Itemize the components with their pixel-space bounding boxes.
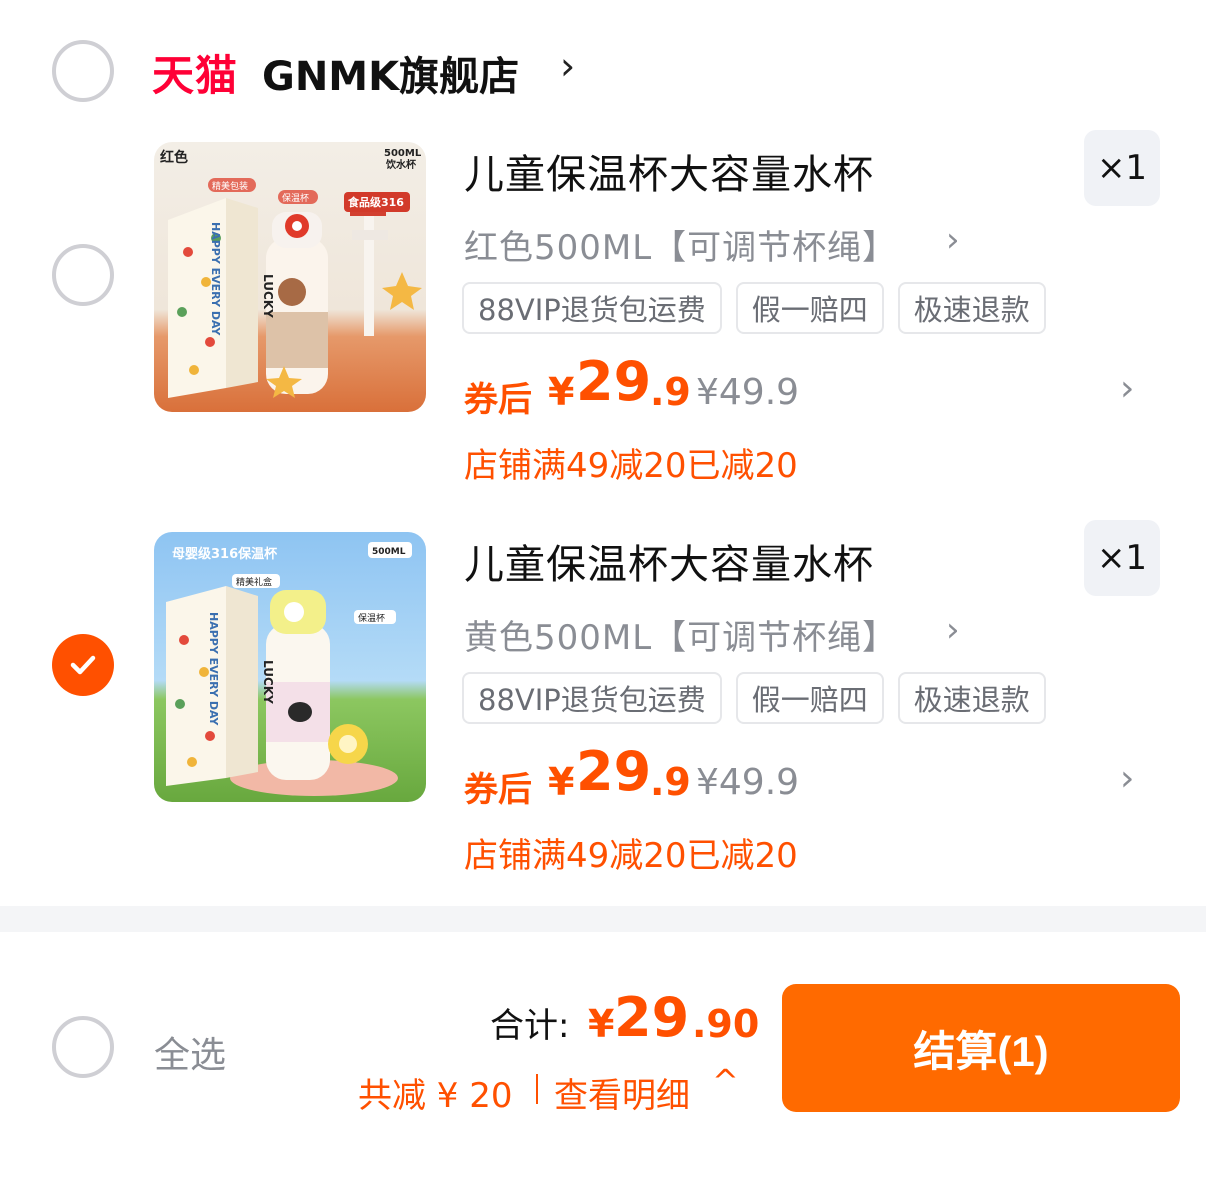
cart-item: 红色 500ML 饮水杯 精美包装 保温杯 食品级316 LUCKY HAPPY… xyxy=(0,130,1206,522)
price-integer: 29 xyxy=(576,350,652,413)
original-price: ¥49.9 xyxy=(696,372,800,413)
thumb-size-sub: 饮水杯 xyxy=(385,158,417,171)
checkout-bar: 全选 合计: ¥ 29 .90 共减 ¥ 20 查看明细 ^ 结算(1) xyxy=(0,932,1206,1191)
thumb-cup-badge: 保温杯 xyxy=(282,192,309,204)
quantity-badge[interactable]: ×1 xyxy=(1084,520,1160,596)
quantity-badge[interactable]: ×1 xyxy=(1084,130,1160,206)
total-symbol: ¥ xyxy=(588,1002,615,1046)
chevron-right-icon[interactable]: › xyxy=(1120,368,1134,409)
total-label: 合计: xyxy=(490,1006,570,1046)
total-integer: 29 xyxy=(614,986,690,1049)
thumb-cup-badge: 保温杯 xyxy=(358,612,385,624)
price-symbol: ¥ xyxy=(548,760,575,804)
chevron-up-icon[interactable]: ^ xyxy=(712,1062,739,1100)
service-tag: 88VIP退货包运费 xyxy=(462,672,722,724)
cart-item: 母婴级316保温杯 500ML 精美礼盒 保温杯 LUCKY HAPPY EVE… xyxy=(0,520,1206,912)
thumb-box-badge: 精美包装 xyxy=(212,180,248,192)
price-prefix: 券后 xyxy=(464,770,532,810)
item-title[interactable]: 儿童保温杯大容量水杯 xyxy=(464,142,874,200)
item-spec-selector[interactable]: 红色500ML【可调节杯绳】 xyxy=(464,220,897,269)
product-thumbnail[interactable]: 红色 500ML 饮水杯 精美包装 保温杯 食品级316 LUCKY HAPPY… xyxy=(154,142,426,412)
thumb-color-label: 红色 xyxy=(160,149,188,166)
thumb-grade-badge: 食品级316 xyxy=(348,195,404,209)
service-tag: 假一赔四 xyxy=(735,282,884,334)
chevron-right-icon: › xyxy=(946,220,960,260)
service-tag: 极速退款 xyxy=(897,672,1046,724)
item-spec-selector[interactable]: 黄色500ML【可调节杯绳】 xyxy=(464,610,897,659)
select-all-checkbox[interactable] xyxy=(52,1016,114,1078)
checkout-button[interactable]: 结算(1) xyxy=(782,984,1180,1112)
product-thumbnail[interactable]: 母婴级316保温杯 500ML 精美礼盒 保温杯 LUCKY HAPPY EVE… xyxy=(154,532,426,802)
tmall-logo: 天猫 xyxy=(152,51,239,100)
select-all-label[interactable]: 全选 xyxy=(154,1026,226,1078)
price-symbol: ¥ xyxy=(548,370,575,414)
price-decimal: .9 xyxy=(650,370,691,414)
total-decimal: .90 xyxy=(692,1002,760,1046)
chevron-right-icon[interactable]: › xyxy=(1120,758,1134,799)
chevron-right-icon: › xyxy=(946,610,960,650)
thumb-size-label: 500ML xyxy=(372,547,406,557)
price-prefix: 券后 xyxy=(464,380,532,420)
thumb-header: 母婴级316保温杯 xyxy=(172,546,278,562)
thumb-box-text: HAPPY EVERY DAY xyxy=(207,612,220,726)
shop-name[interactable]: GNMK旗舰店 xyxy=(262,44,519,102)
separator xyxy=(536,1074,538,1104)
original-price: ¥49.9 xyxy=(696,762,800,803)
price-integer: 29 xyxy=(576,740,652,803)
service-tag: 极速退款 xyxy=(897,282,1046,334)
price-row[interactable]: 券后 ¥ 29 .9 ¥49.9 › xyxy=(464,740,1164,810)
item-title[interactable]: 儿童保温杯大容量水杯 xyxy=(464,532,874,590)
section-divider xyxy=(0,906,1206,932)
thumb-box-badge: 精美礼盒 xyxy=(236,576,272,588)
price-decimal: .9 xyxy=(650,760,691,804)
thumb-cup-text: LUCKY xyxy=(261,660,275,704)
promo-text: 店铺满49减20已减20 xyxy=(464,446,798,486)
view-details-link[interactable]: 查看明细 xyxy=(554,1068,690,1117)
service-tag: 88VIP退货包运费 xyxy=(462,282,722,334)
promo-text: 店铺满49减20已减20 xyxy=(464,836,798,876)
thumb-cup-text: LUCKY xyxy=(261,274,275,318)
price-row[interactable]: 券后 ¥ 29 .9 ¥49.9 › xyxy=(464,350,1164,420)
chevron-right-icon: › xyxy=(560,44,576,88)
shop-header[interactable]: 天猫 GNMK旗舰店 › xyxy=(0,30,1206,114)
service-tags: 88VIP退货包运费 假一赔四 极速退款 xyxy=(462,672,1046,724)
thumb-size-label: 500ML xyxy=(384,148,422,159)
service-tags: 88VIP退货包运费 假一赔四 极速退款 xyxy=(462,282,1046,334)
service-tag: 假一赔四 xyxy=(735,672,884,724)
thumb-box-text: HAPPY EVERY DAY xyxy=(209,222,222,336)
saved-amount: 共减 ¥ 20 xyxy=(358,1076,513,1116)
